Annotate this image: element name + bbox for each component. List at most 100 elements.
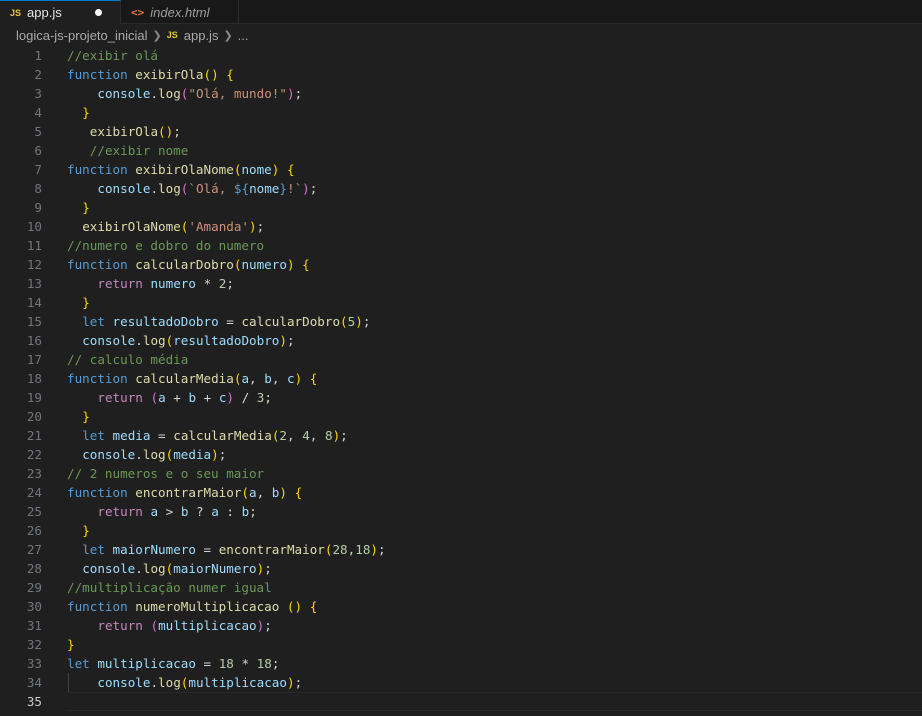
- breadcrumb-symbols[interactable]: ...: [238, 28, 249, 43]
- breadcrumb-file[interactable]: app.js: [184, 28, 219, 43]
- code-text: let resultadoDobro = calcularDobro(5);: [82, 314, 371, 329]
- code-line[interactable]: 11 //numero e dobro do numero: [0, 236, 922, 255]
- code-line[interactable]: 25 return a > b ? a : b;: [0, 502, 922, 521]
- code-text: console.log(multiplicacao);: [97, 675, 303, 690]
- code-text: }: [82, 200, 90, 215]
- code-text: return numero * 2;: [97, 276, 234, 291]
- code-line[interactable]: 24 function encontrarMaior(a, b) {: [0, 483, 922, 502]
- code-text: console.log(resultadoDobro);: [82, 333, 295, 348]
- html-file-icon: <>: [131, 5, 145, 19]
- code-line[interactable]: 23 // 2 numeros e o seu maior: [0, 464, 922, 483]
- code-line[interactable]: 19 return (a + b + c) / 3;: [0, 388, 922, 407]
- line-number: 27: [26, 542, 42, 557]
- line-number: 1: [34, 48, 42, 63]
- code-line[interactable]: 35: [0, 692, 922, 711]
- breadcrumb: logica-js-projeto_inicial ❯ JS app.js ❯ …: [0, 24, 922, 46]
- line-number: 33: [26, 656, 42, 671]
- code-line[interactable]: 27 let maiorNumero = encontrarMaior(28,1…: [0, 540, 922, 559]
- code-line[interactable]: 18 function calcularMedia(a, b, c) {: [0, 369, 922, 388]
- line-number: 19: [26, 390, 42, 405]
- breadcrumb-folder[interactable]: logica-js-projeto_inicial: [16, 28, 148, 43]
- unsaved-dot-icon[interactable]: [95, 9, 102, 16]
- code-text: function calcularDobro(numero) {: [67, 257, 310, 272]
- code-line[interactable]: 30 function numeroMultiplicacao () {: [0, 597, 922, 616]
- line-number: 15: [26, 314, 42, 329]
- code-line[interactable]: 16 console.log(resultadoDobro);: [0, 331, 922, 350]
- code-text: }: [67, 637, 75, 652]
- code-line[interactable]: 1 //exibir olá: [0, 46, 922, 65]
- line-number: 3: [34, 86, 42, 101]
- line-number: 5: [34, 124, 42, 139]
- code-line[interactable]: 9 }: [0, 198, 922, 217]
- line-number: 23: [26, 466, 42, 481]
- code-line[interactable]: 26 }: [0, 521, 922, 540]
- code-line[interactable]: 17 // calculo média: [0, 350, 922, 369]
- tab-label: app.js: [27, 5, 62, 20]
- line-number: 18: [26, 371, 42, 386]
- code-line[interactable]: 7 function exibirOlaNome(nome) {: [0, 160, 922, 179]
- code-text: // calculo média: [67, 352, 189, 367]
- code-text: console.log(media);: [82, 447, 227, 462]
- code-line[interactable]: 8 console.log(`Olá, ${nome}!`);: [0, 179, 922, 198]
- line-number: 24: [26, 485, 42, 500]
- code-line[interactable]: 4 }: [0, 103, 922, 122]
- chevron-right-icon: ❯: [223, 29, 233, 42]
- line-number: 4: [34, 105, 42, 120]
- line-number: 7: [34, 162, 42, 177]
- line-number: 21: [26, 428, 42, 443]
- code-text: }: [82, 295, 90, 310]
- code-line[interactable]: 29 //multiplicação numer igual: [0, 578, 922, 597]
- javascript-file-icon: JS: [10, 7, 22, 18]
- code-line[interactable]: 22 console.log(media);: [0, 445, 922, 464]
- code-line[interactable]: 6 //exibir nome: [0, 141, 922, 160]
- code-line[interactable]: 12 function calcularDobro(numero) {: [0, 255, 922, 274]
- code-line[interactable]: 32}: [0, 635, 922, 654]
- line-number: 11: [26, 238, 42, 253]
- line-number: 34: [26, 675, 42, 690]
- code-line[interactable]: 21 let media = calcularMedia(2, 4, 8);: [0, 426, 922, 445]
- code-text: return (a + b + c) / 3;: [97, 390, 272, 405]
- tab-app-js[interactable]: JS app.js: [0, 0, 121, 24]
- tab-index-html[interactable]: <> index.html: [121, 0, 239, 24]
- code-text: //multiplicação numer igual: [67, 580, 272, 595]
- code-text: console.log(`Olá, ${nome}!`);: [97, 181, 318, 196]
- line-number: 10: [26, 219, 42, 234]
- chevron-right-icon: ❯: [152, 29, 162, 42]
- code-text: exibirOlaNome('Amanda');: [82, 219, 265, 234]
- code-text: }: [82, 105, 90, 120]
- code-editor[interactable]: 1 //exibir olá 2 function exibirOla() {3 co…: [0, 46, 922, 711]
- tab-label: index.html: [150, 4, 210, 20]
- line-number: 28: [26, 561, 42, 576]
- line-number: 22: [26, 447, 42, 462]
- code-line[interactable]: 15 let resultadoDobro = calcularDobro(5)…: [0, 312, 922, 331]
- line-number: 31: [26, 618, 42, 633]
- code-line[interactable]: 5 exibirOla();: [0, 122, 922, 141]
- code-text: //exibir nome: [89, 143, 189, 158]
- code-line[interactable]: 14 }: [0, 293, 922, 312]
- code-text: //numero e dobro do numero: [67, 238, 265, 253]
- code-line[interactable]: 3 console.log("Olá, mundo!");: [0, 84, 922, 103]
- code-text: function numeroMultiplicacao () {: [67, 599, 318, 614]
- code-text: exibirOla();: [89, 124, 181, 139]
- code-line[interactable]: 28 console.log(maiorNumero);: [0, 559, 922, 578]
- line-number: 20: [26, 409, 42, 424]
- code-text: function encontrarMaior(a, b) {: [67, 485, 303, 500]
- line-number: 2: [34, 67, 42, 82]
- line-number: 25: [26, 504, 42, 519]
- code-text: let media = calcularMedia(2, 4, 8);: [82, 428, 348, 443]
- code-text: return a > b ? a : b;: [97, 504, 257, 519]
- code-line[interactable]: 13 return numero * 2;: [0, 274, 922, 293]
- code-line[interactable]: 33 let multiplicacao = 18 * 18;: [0, 654, 922, 673]
- code-line[interactable]: 31 return (multiplicacao);: [0, 616, 922, 635]
- code-text: }: [82, 523, 90, 538]
- code-text: return (multiplicacao);: [97, 618, 272, 633]
- line-number: 17: [26, 352, 42, 367]
- code-line[interactable]: 2 function exibirOla() {: [0, 65, 922, 84]
- code-line[interactable]: 10 exibirOlaNome('Amanda');: [0, 217, 922, 236]
- line-number: 8: [34, 181, 42, 196]
- line-number: 26: [26, 523, 42, 538]
- code-line[interactable]: 20 }: [0, 407, 922, 426]
- code-text: //exibir olá: [67, 48, 158, 63]
- code-line[interactable]: 34 console.log(multiplicacao);: [0, 673, 922, 692]
- editor-tab-bar: JS app.js <> index.html: [0, 0, 922, 24]
